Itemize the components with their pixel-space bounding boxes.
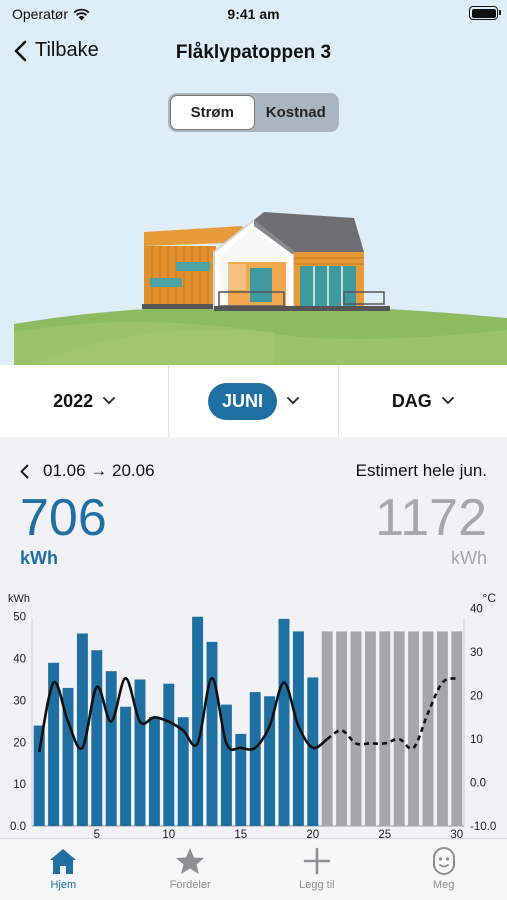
measured-bar <box>206 641 218 826</box>
measured-bar <box>249 692 261 826</box>
estimated-bar <box>393 631 405 826</box>
back-label: Tilbake <box>35 39 99 61</box>
tab-home-label: Hjem <box>50 879 77 891</box>
right-tick-label: 0.0 <box>470 778 486 790</box>
current-unit: kWh <box>20 548 58 568</box>
segment-cost[interactable]: Kostnad <box>255 95 338 130</box>
tab-bar: Hjem Fordeler Legg til Meg <box>0 838 507 900</box>
measured-bar <box>163 683 175 826</box>
home-icon <box>50 849 77 874</box>
estimated-bar <box>436 631 448 826</box>
right-tick-label: 30 <box>470 647 483 659</box>
tab-benefits-label: Fordeler <box>169 879 211 891</box>
face-icon <box>432 847 455 875</box>
tab-benefits[interactable]: Fordeler <box>127 839 254 900</box>
estimated-bar <box>408 631 420 826</box>
status-bar: Operatør 9:41 am <box>0 0 507 28</box>
view-segmented-control: Strøm Kostnad <box>168 93 339 132</box>
plus-icon <box>303 847 331 875</box>
x-tick-label: 10 <box>162 829 175 838</box>
year-value: 2022 <box>53 390 94 411</box>
measured-bar <box>148 717 160 826</box>
navigation-bar: Tilbake Flåklypatoppen 3 <box>0 30 507 74</box>
measured-bar <box>307 677 319 826</box>
chevron-left-icon <box>14 40 27 61</box>
clock: 9:41 am <box>227 6 280 22</box>
period-text: 01.06 → 20.06 <box>43 461 155 480</box>
period-range: 01.06 → 20.06 <box>20 461 155 481</box>
chevron-left-icon[interactable] <box>20 464 29 479</box>
x-tick-label: 15 <box>234 829 247 838</box>
month-selector[interactable]: JUNI <box>169 365 339 437</box>
resolution-value: DAG <box>391 390 432 411</box>
star-icon <box>176 848 205 874</box>
estimated-unit: kWh <box>451 548 487 568</box>
tab-add[interactable]: Legg til <box>254 839 381 900</box>
measured-bar <box>33 725 45 826</box>
left-tick-label: 20 <box>13 737 26 749</box>
left-tick-label: 0.0 <box>10 821 26 833</box>
right-axis-label: °C <box>483 591 497 605</box>
x-tick-label: 5 <box>94 829 100 838</box>
year-selector[interactable]: 2022 <box>0 365 170 437</box>
house-illustration <box>14 212 507 365</box>
consumption-chart: kWh °C 50 40 30 20 10 0.0 40 30 20 10 0.0 -10.0 5 10 15 2… <box>8 591 497 838</box>
estimated-bar <box>364 631 376 826</box>
estimated-consumption-value: 1172 <box>375 489 487 547</box>
chevron-down-icon <box>441 397 454 405</box>
estimated-bar <box>422 631 434 826</box>
right-tick-label: 20 <box>470 691 483 703</box>
chevron-down-icon <box>287 397 299 405</box>
left-tick-label: 10 <box>13 779 26 791</box>
period-selector: 2022 JUNI DAG <box>0 365 507 437</box>
back-button[interactable]: Tilbake <box>14 39 99 62</box>
right-tick-label: 10 <box>470 734 483 746</box>
left-tick-label: 50 <box>13 612 26 624</box>
tab-me[interactable]: Meg <box>380 839 507 900</box>
tab-me-label: Meg <box>432 879 455 891</box>
left-tick-label: 40 <box>13 654 26 666</box>
left-axis-label: kWh <box>8 593 30 605</box>
measured-bar <box>278 618 290 826</box>
estimated-bar <box>336 631 348 826</box>
hero-banner: Operatør 9:41 am Tilbake Flåklypatoppen … <box>0 0 507 365</box>
x-tick-label: 25 <box>378 829 391 838</box>
month-value: JUNI <box>207 382 277 420</box>
measured-bar <box>120 706 132 826</box>
estimated-bar <box>350 631 362 826</box>
tab-home[interactable]: Hjem <box>0 839 127 900</box>
estimated-bar <box>379 631 391 826</box>
resolution-selector[interactable]: DAG <box>339 365 507 437</box>
x-tick-label: 30 <box>450 829 463 838</box>
estimate-label: Estimert hele jun. <box>355 461 487 480</box>
current-consumption-value: 706 <box>20 489 107 547</box>
chevron-down-icon <box>103 397 116 405</box>
right-tick-label: 40 <box>470 604 483 616</box>
estimated-bar <box>451 631 463 826</box>
segment-power[interactable]: Strøm <box>170 95 255 130</box>
estimated-bar <box>321 631 333 826</box>
x-tick-label: 20 <box>306 829 319 838</box>
measured-bar <box>105 671 117 826</box>
battery-icon <box>469 6 501 20</box>
tab-add-label: Legg til <box>299 879 335 891</box>
left-tick-label: 30 <box>13 695 26 707</box>
measured-bar <box>91 650 103 826</box>
measured-bar <box>134 679 146 826</box>
right-tick-label: -10.0 <box>470 821 496 833</box>
